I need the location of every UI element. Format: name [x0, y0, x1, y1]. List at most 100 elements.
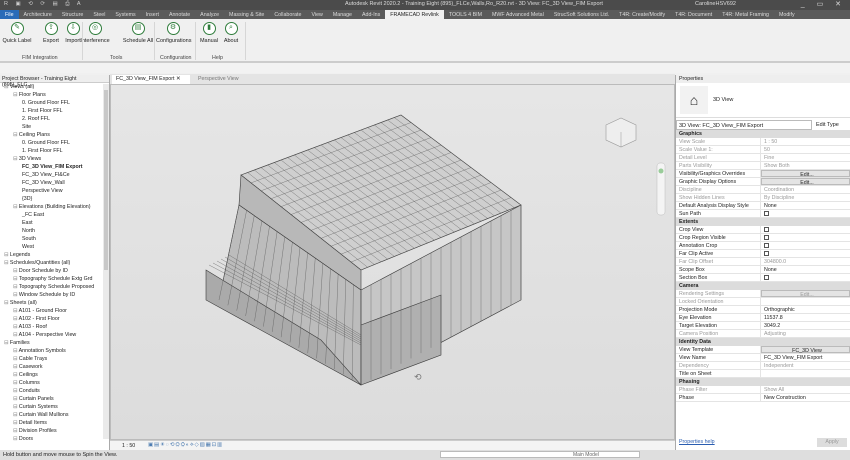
tab-analyze[interactable]: Analyze	[195, 10, 224, 19]
workset-selector[interactable]: Main Model	[440, 451, 640, 458]
tab-steel[interactable]: Steel	[88, 10, 110, 19]
browser-item[interactable]: FC_3D View_Wall	[0, 179, 109, 187]
browser-item[interactable]: ⊟ A103 - Roof	[0, 323, 109, 331]
browser-item[interactable]: FC_3D View_FI&Ce	[0, 171, 109, 179]
tab-systems[interactable]: Systems	[110, 10, 140, 19]
checkbox[interactable]	[764, 211, 769, 216]
section-extents[interactable]: Extents	[676, 218, 850, 226]
tab-mwf-advanced-metal[interactable]: MWF Advanced Metal	[487, 10, 549, 19]
browser-item[interactable]: {3D}	[0, 195, 109, 203]
browser-item[interactable]: 1. First Floor FFL	[0, 147, 109, 155]
tab-modify[interactable]: Modify	[774, 10, 800, 19]
browser-item[interactable]: ⊟ Floor Plans	[0, 91, 109, 99]
tab-manage[interactable]: Manage	[328, 10, 357, 19]
tab-fc-3d-view[interactable]: FC_3D View_FIM Export ✕	[112, 75, 190, 84]
tab-file[interactable]: File	[0, 10, 19, 19]
checkbox[interactable]	[764, 251, 769, 256]
browser-item[interactable]: South	[0, 235, 109, 243]
navigation-bar[interactable]	[657, 163, 665, 215]
tab-view[interactable]: View	[306, 10, 327, 19]
browser-item[interactable]: ⊟ Legends	[0, 251, 109, 259]
browser-item[interactable]: ⊟ Curtain Wall Mullions	[0, 411, 109, 419]
tab-collaborate[interactable]: Collaborate	[269, 10, 306, 19]
tab-t4r-metal-framing[interactable]: T4R: Metal Framing	[717, 10, 774, 19]
tab-architecture[interactable]: Architecture	[19, 10, 57, 19]
browser-item[interactable]: ⊟ Sheets (all)	[0, 299, 109, 307]
browser-item[interactable]: ⊟ A101 - Ground Floor	[0, 307, 109, 315]
section-camera[interactable]: Camera	[676, 282, 850, 290]
browser-item[interactable]: ⊟ Views (all)	[0, 83, 109, 91]
tab-add-ins[interactable]: Add-Ins	[357, 10, 385, 19]
browser-item[interactable]: ⊟ Cable Trays	[0, 355, 109, 363]
browser-item[interactable]: ⊟ Topography Schedule Extg Grd	[0, 275, 109, 283]
browser-item[interactable]: ⊟ A102 - First Floor	[0, 315, 109, 323]
properties-help-link[interactable]: Properties help	[679, 439, 715, 445]
about-button[interactable]: ⌕About	[214, 22, 248, 44]
browser-item[interactable]: 2. Roof FFL	[0, 115, 109, 123]
browser-item[interactable]: ⊟ Window Schedule by ID	[0, 291, 109, 299]
section-identity-data[interactable]: Identity Data	[676, 338, 850, 346]
browser-item[interactable]: North	[0, 227, 109, 235]
checkbox[interactable]	[764, 235, 769, 240]
view-cube[interactable]	[606, 118, 636, 147]
browser-item[interactable]: 0. Ground Floor FFL	[0, 99, 109, 107]
browser-item[interactable]: ⊟ Annotation Symbols	[0, 347, 109, 355]
browser-item[interactable]: ⊟ 3D Views	[0, 155, 109, 163]
browser-item[interactable]: ⊟ Elevations (Building Elevation)	[0, 203, 109, 211]
browser-item[interactable]: ⊟ Topography Schedule Proposed	[0, 283, 109, 291]
browser-item[interactable]: 0. Ground Floor FFL	[0, 139, 109, 147]
3d-viewport[interactable]: ⟲	[110, 84, 675, 440]
scrollbar[interactable]	[103, 84, 109, 439]
browser-item[interactable]: ⊟ A104 - Perspective View	[0, 331, 109, 339]
browser-item[interactable]: East	[0, 219, 109, 227]
browser-item[interactable]: ⊟ Curtain Panels	[0, 395, 109, 403]
tab-perspective-view[interactable]: Perspective View	[194, 75, 243, 84]
quick-label-button[interactable]: ✎Quick Label	[0, 22, 34, 44]
configurations-button[interactable]: ⚙Configurations	[156, 22, 190, 44]
view-control-icons[interactable]: ▣▤☀◌⟲⛭⛭◐⟡◇▨▦⊡▥	[148, 442, 223, 449]
section-phasing[interactable]: Phasing	[676, 378, 850, 386]
section-graphics[interactable]: Graphics	[676, 130, 850, 138]
browser-item[interactable]: ⊟ Doors	[0, 435, 109, 443]
browser-item[interactable]: ⊟ Division Profiles	[0, 427, 109, 435]
window-controls[interactable]: _ ▭ ✕	[801, 0, 846, 8]
browser-item[interactable]: ⊟ Ceiling Plans	[0, 131, 109, 139]
browser-item[interactable]: ⊟ Casework	[0, 363, 109, 371]
browser-item[interactable]: West	[0, 243, 109, 251]
browser-item[interactable]: ⊟ Door Schedule by ID	[0, 267, 109, 275]
edit-type-button[interactable]: Edit Type	[812, 120, 839, 130]
browser-item[interactable]: _FC East	[0, 211, 109, 219]
tab-framecad-revlink[interactable]: FRAMECAD Revlink	[385, 10, 444, 19]
browser-item[interactable]: Perspective View	[0, 187, 109, 195]
apply-button[interactable]: Apply	[817, 438, 847, 447]
property-row: Scope BoxNone	[676, 266, 850, 274]
browser-item[interactable]: ⊟ Families	[0, 339, 109, 347]
browser-item[interactable]: Site	[0, 123, 109, 131]
tab-insert[interactable]: Insert	[141, 10, 164, 19]
browser-item[interactable]: ⊟ Columns	[0, 379, 109, 387]
quick-access-toolbar[interactable]: R ▣ ⟲ ⟳ ▤ ⎙ A	[4, 1, 84, 8]
type-selector[interactable]: ⌂ 3D View	[676, 83, 850, 118]
browser-item[interactable]: ⊟ Schedules/Quantities (all)	[0, 259, 109, 267]
user-account[interactable]: CarolineHSV692	[695, 1, 736, 7]
browser-item[interactable]: FC_3D View_FIM Export	[0, 163, 109, 171]
browser-item[interactable]: ⊟ Conduits	[0, 387, 109, 395]
checkbox[interactable]	[764, 275, 769, 280]
browser-item[interactable]: ⊟ Ceilings	[0, 371, 109, 379]
browser-item[interactable]: ⊟ Curtain Systems	[0, 403, 109, 411]
tab-strucsoft-solutions-ltd-[interactable]: StrucSoft Solutions Ltd.	[549, 10, 614, 19]
interference-button[interactable]: ◎Interference	[78, 22, 112, 44]
tab-tools-4-bim[interactable]: TOOLS 4 BIM	[444, 10, 487, 19]
checkbox[interactable]	[764, 227, 769, 232]
checkbox[interactable]	[764, 243, 769, 248]
browser-item[interactable]: 1. First Floor FFL	[0, 107, 109, 115]
instance-selector[interactable]: 3D View: FC_3D View_FIM Export	[676, 120, 812, 130]
tab-structure[interactable]: Structure	[57, 10, 89, 19]
browser-item[interactable]: ⊟ Detail Items	[0, 419, 109, 427]
tab-massing-site[interactable]: Massing & Site	[224, 10, 269, 19]
view-scale[interactable]: 1 : 50	[122, 443, 135, 449]
tab-annotate[interactable]: Annotate	[164, 10, 195, 19]
tab-t4r-create-modify[interactable]: T4R: Create/Modify	[614, 10, 670, 19]
tab-t4r-document[interactable]: T4R: Document	[670, 10, 717, 19]
schedule-all-button[interactable]: ▤Schedule All	[121, 22, 155, 44]
